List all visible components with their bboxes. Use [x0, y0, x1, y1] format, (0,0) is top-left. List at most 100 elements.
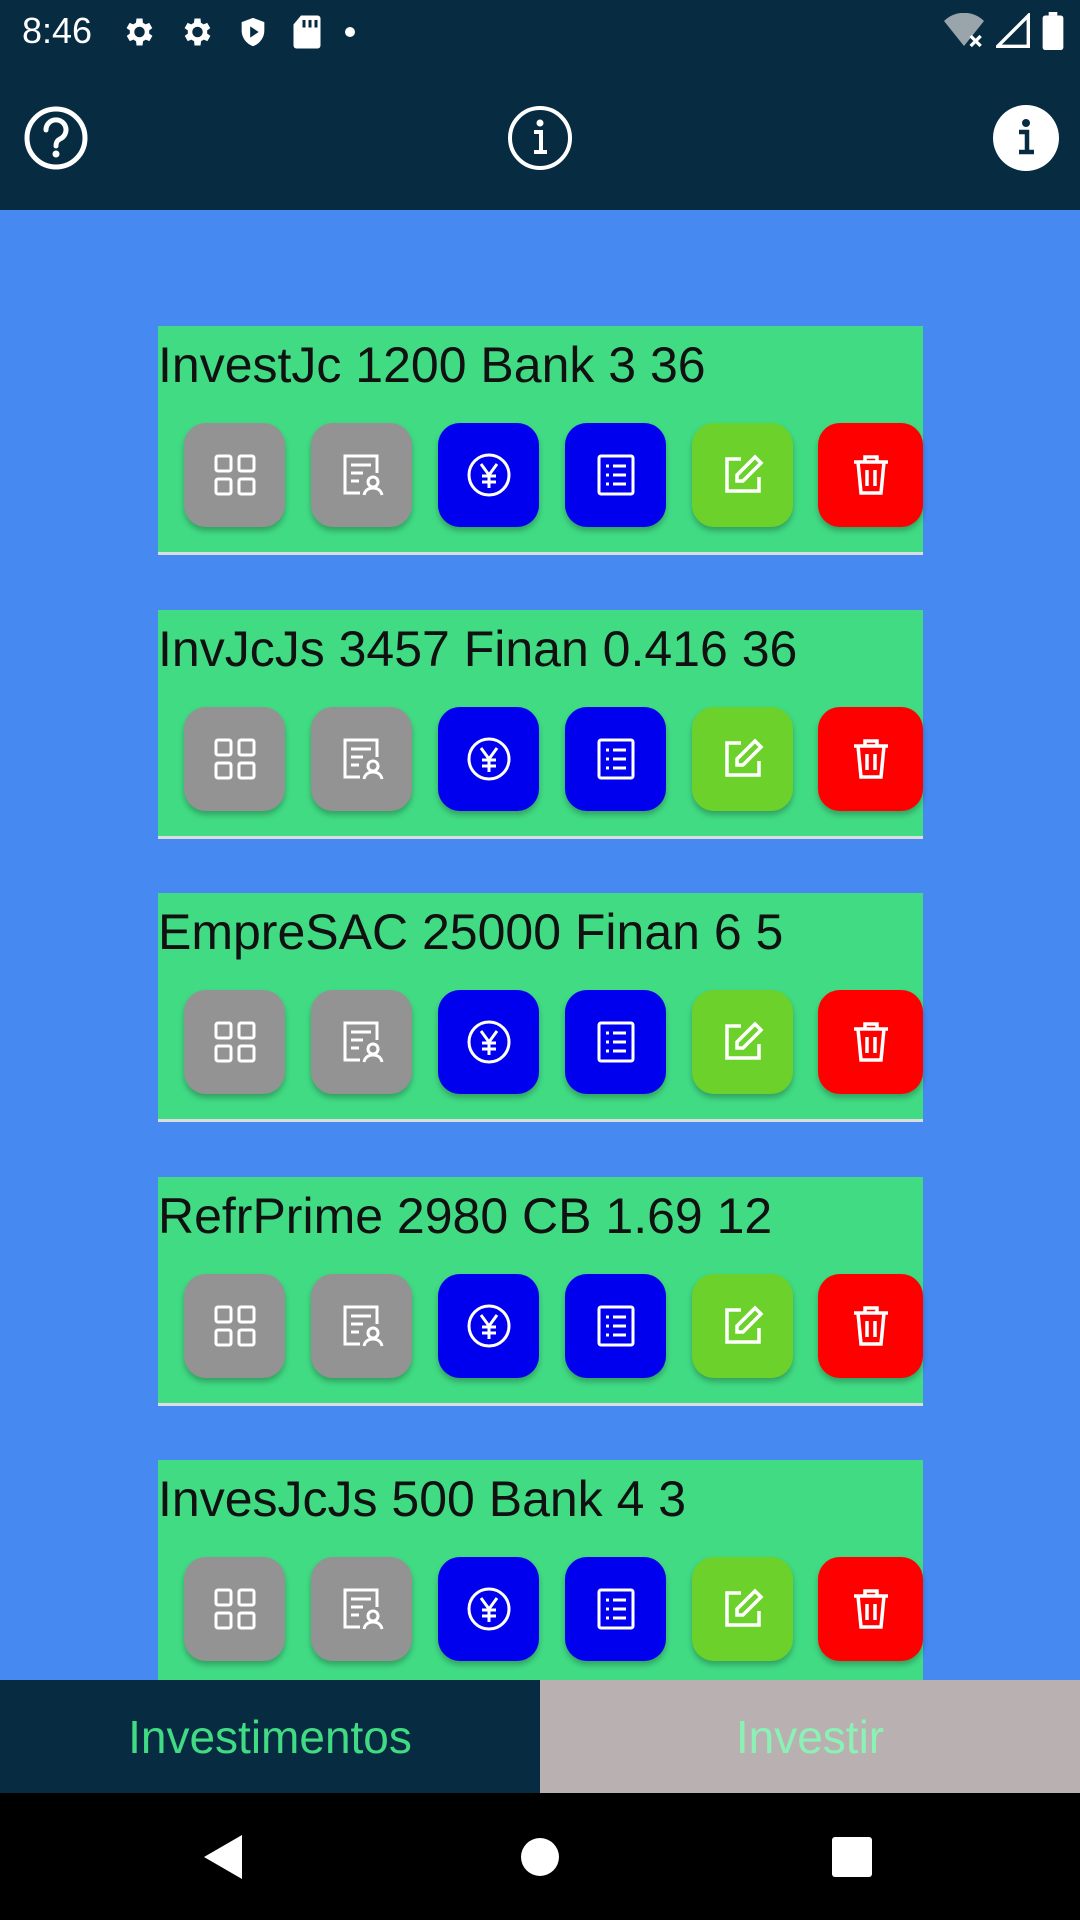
status-bar: 8:46 [0, 0, 1080, 64]
investment-card: InvesJcJs 500 Bank 4 3 [158, 1460, 923, 1680]
report-user-icon [343, 454, 383, 496]
list-icon [597, 1021, 634, 1063]
battery-icon [1042, 12, 1064, 50]
yen-circle-icon [467, 1587, 510, 1631]
investment-card: EmpreSAC 25000 Finan 6 5 [158, 893, 923, 1122]
investment-title: EmpreSAC 25000 Finan 6 5 [158, 904, 784, 960]
gear-icon [184, 18, 211, 46]
yen-circle-icon [467, 737, 510, 781]
yen-button[interactable] [438, 1274, 539, 1378]
report-user-icon [343, 1588, 383, 1630]
about-button[interactable] [992, 104, 1060, 172]
list-button[interactable] [565, 1274, 666, 1378]
yen-button[interactable] [438, 990, 539, 1094]
list-icon [597, 1588, 634, 1630]
system-nav-bar [0, 1793, 1080, 1920]
delete-button[interactable] [818, 990, 923, 1094]
edit-icon [724, 738, 763, 777]
edit-icon [724, 1021, 763, 1060]
report-user-icon [343, 738, 383, 780]
tab-bar: Investimentos Investir [0, 1680, 1080, 1793]
investment-card: InvJcJs 3457 Finan 0.416 36 [158, 610, 923, 839]
shield-icon [241, 17, 265, 47]
gear-icon [126, 18, 153, 46]
app-bar [0, 64, 1080, 210]
recents-icon [832, 1837, 872, 1877]
grid-button[interactable] [184, 990, 285, 1094]
investment-title: RefrPrime 2980 CB 1.69 12 [158, 1188, 773, 1244]
grid-icon [214, 1588, 255, 1630]
yen-circle-icon [467, 1304, 510, 1348]
investment-title: InvJcJs 3457 Finan 0.416 36 [158, 621, 798, 677]
investment-card: InvestJc 1200 Bank 3 36 [158, 326, 923, 555]
delete-button[interactable] [818, 707, 923, 811]
delete-button[interactable] [818, 1274, 923, 1378]
status-left-icons [120, 12, 356, 52]
trash-icon [853, 739, 888, 779]
grid-icon [214, 1305, 255, 1347]
list-button[interactable] [565, 707, 666, 811]
signal-icon [996, 13, 1030, 48]
edit-button[interactable] [692, 990, 793, 1094]
list-icon [597, 738, 634, 780]
delete-button[interactable] [818, 423, 923, 527]
tab-investir[interactable]: Investir [540, 1680, 1080, 1793]
report-button[interactable] [311, 1274, 412, 1378]
grid-button[interactable] [184, 1274, 285, 1378]
delete-button[interactable] [818, 1557, 923, 1661]
list-button[interactable] [565, 990, 666, 1094]
yen-circle-icon [467, 1020, 510, 1064]
edit-button[interactable] [692, 423, 793, 527]
grid-button[interactable] [184, 423, 285, 527]
dot-icon [345, 27, 355, 37]
yen-button[interactable] [438, 423, 539, 527]
home-button[interactable] [512, 1829, 568, 1885]
list-button[interactable] [565, 423, 666, 527]
report-button[interactable] [311, 1557, 412, 1661]
tab-investimentos[interactable]: Investimentos [0, 1680, 540, 1793]
sd-card-icon [293, 15, 321, 49]
grid-icon [214, 738, 255, 780]
yen-button[interactable] [438, 707, 539, 811]
grid-icon [214, 454, 255, 496]
info-filled-icon [993, 105, 1059, 171]
edit-button[interactable] [692, 707, 793, 811]
list-button[interactable] [565, 1557, 666, 1661]
yen-circle-icon [467, 453, 510, 497]
investment-title: InvestJc 1200 Bank 3 36 [158, 337, 706, 393]
info-circle-icon [508, 106, 572, 170]
status-time: 8:46 [22, 10, 93, 51]
investment-list[interactable]: InvestJc 1200 Bank 3 36 InvJcJs 3457 Fin… [0, 210, 1080, 1680]
back-button[interactable] [198, 1829, 254, 1885]
home-icon [521, 1838, 559, 1876]
trash-icon [853, 1589, 888, 1629]
info-button[interactable] [506, 104, 574, 172]
report-button[interactable] [311, 707, 412, 811]
report-user-icon [343, 1021, 383, 1063]
report-user-icon [343, 1305, 383, 1347]
edit-icon [724, 454, 763, 493]
edit-icon [724, 1305, 763, 1344]
edit-button[interactable] [692, 1274, 793, 1378]
help-button[interactable] [22, 104, 90, 172]
investment-title: InvesJcJs 500 Bank 4 3 [158, 1471, 687, 1527]
grid-icon [214, 1021, 255, 1063]
yen-button[interactable] [438, 1557, 539, 1661]
trash-icon [853, 1306, 888, 1346]
investment-card: RefrPrime 2980 CB 1.69 12 [158, 1177, 923, 1406]
trash-icon [853, 1022, 888, 1062]
wifi-off-icon [944, 13, 984, 48]
edit-icon [724, 1588, 763, 1627]
list-icon [597, 454, 634, 496]
report-button[interactable] [311, 423, 412, 527]
help-circle-icon [24, 106, 88, 170]
recents-button[interactable] [824, 1829, 880, 1885]
report-button[interactable] [311, 990, 412, 1094]
edit-button[interactable] [692, 1557, 793, 1661]
back-icon [204, 1835, 242, 1879]
status-right-icons [944, 12, 1064, 50]
grid-button[interactable] [184, 707, 285, 811]
list-icon [597, 1305, 634, 1347]
grid-button[interactable] [184, 1557, 285, 1661]
trash-icon [853, 455, 888, 495]
